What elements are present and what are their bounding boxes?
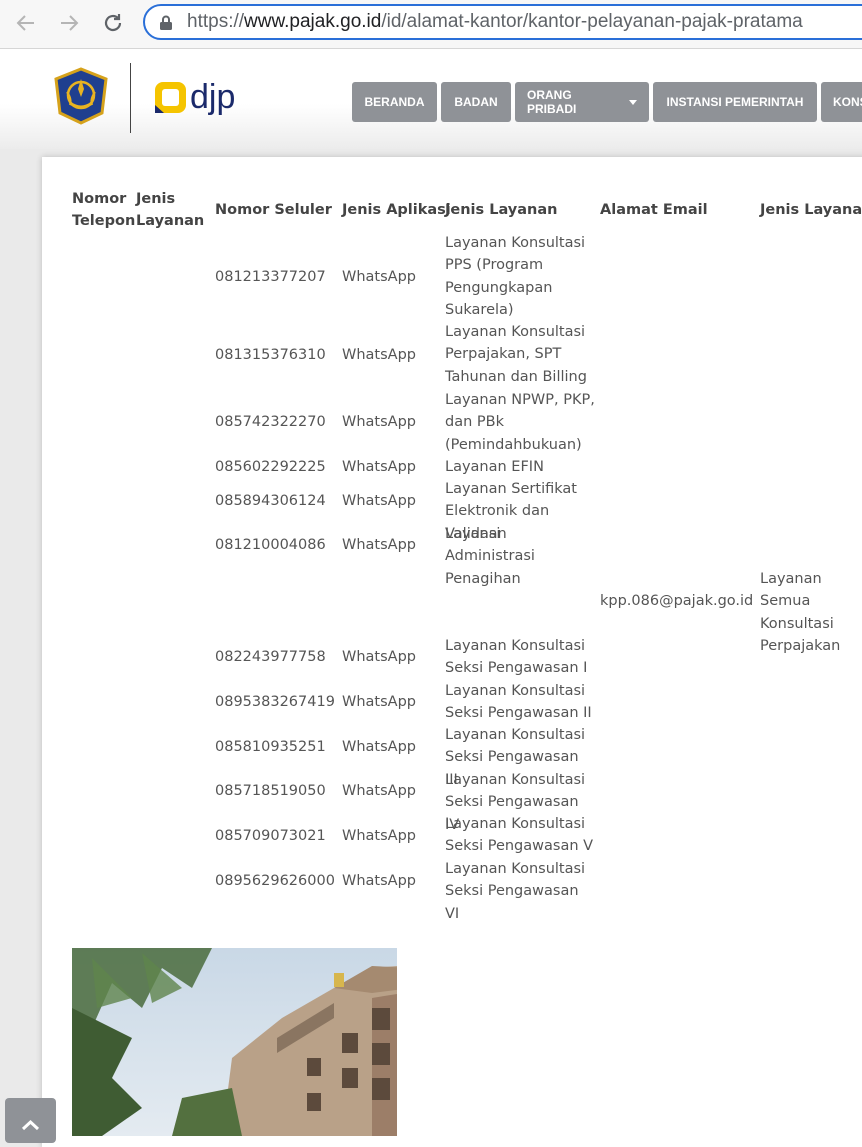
- forward-button[interactable]: [54, 8, 84, 38]
- building-image: [72, 948, 397, 1136]
- row-9-aplikasi: WhatsApp: [342, 739, 416, 755]
- email-link[interactable]: kpp.086@pajak.go.id: [600, 590, 753, 612]
- row-4-aplikasi: WhatsApp: [342, 459, 416, 475]
- menu-badan-label: BADAN: [454, 95, 498, 109]
- logo-divider: [130, 63, 131, 133]
- arrow-left-icon: [16, 15, 34, 31]
- th-nomor-seluler: Nomor Seluler: [215, 202, 332, 218]
- djp-logo[interactable]: djp: [152, 77, 248, 119]
- menu-beranda-label: BERANDA: [364, 95, 425, 109]
- row-6-aplikasi: WhatsApp: [342, 537, 416, 553]
- row-10-seluler: 085718519050: [215, 783, 326, 799]
- chevron-up-icon: [21, 1119, 40, 1131]
- menu-konsultasi-label: KONS: [833, 95, 862, 109]
- row-4-layanan: Layanan EFIN: [445, 459, 544, 475]
- row-6-layanan: Layanan Administrasi Penagihan: [445, 526, 535, 587]
- row-3-seluler: 085742322270: [215, 414, 326, 430]
- back-button[interactable]: [11, 8, 41, 38]
- menu-orang-pribadi[interactable]: ORANG PRIBADI: [515, 82, 649, 122]
- row-1-layanan: Layanan Konsultasi PPS (Program Pengungk…: [445, 235, 586, 318]
- row-11-seluler: 085709073021: [215, 828, 326, 844]
- th-nomor-telepon: Nomor Telepon: [72, 191, 136, 229]
- th-jenis-layanan: Jenis Layanan: [136, 191, 205, 229]
- row-8-layanan: Layanan Konsultasi Seksi Pengawasan II: [445, 683, 592, 722]
- th-jenis-layanan-3: Jenis Layanan: [760, 202, 862, 218]
- row-2-aplikasi: WhatsApp: [342, 347, 416, 363]
- row-7-seluler: 082243977758: [215, 649, 326, 665]
- url-text: https://www.pajak.go.id/id/alamat-kantor…: [187, 11, 803, 33]
- menu-badan[interactable]: BADAN: [441, 82, 511, 122]
- th-alamat-email: Alamat Email: [600, 202, 708, 218]
- caret-down-icon: [629, 99, 637, 105]
- row-10-aplikasi: WhatsApp: [342, 783, 416, 799]
- row-8-seluler: 0895383267419: [215, 694, 335, 710]
- row-12-seluler: 0895629626000: [215, 873, 335, 889]
- menu-konsultasi[interactable]: KONS: [821, 82, 862, 122]
- browser-toolbar: https://www.pajak.go.id/id/alamat-kantor…: [0, 0, 862, 49]
- row-1-seluler: 081213377207: [215, 269, 326, 285]
- address-bar[interactable]: https://www.pajak.go.id/id/alamat-kantor…: [143, 4, 862, 40]
- menu-orang-pribadi-label: ORANG PRIBADI: [527, 88, 577, 116]
- office-building-photo: [72, 948, 397, 1136]
- row-11-aplikasi: WhatsApp: [342, 828, 416, 844]
- email-row-layanan: Layanan Semua Konsultasi Perpajakan: [760, 571, 841, 654]
- th-jenis-layanan-2: Jenis Layanan: [445, 202, 558, 218]
- row-8-aplikasi: WhatsApp: [342, 694, 416, 710]
- th-jenis-aplikasi: Jenis Aplikasi: [342, 202, 451, 218]
- lock-icon: [160, 15, 172, 30]
- row-2-seluler: 081315376310: [215, 347, 326, 363]
- scroll-to-top-button[interactable]: [5, 1098, 56, 1143]
- row-4-seluler: 085602292225: [215, 459, 326, 475]
- row-11-layanan: Layanan Konsultasi Seksi Pengawasan V: [445, 816, 594, 855]
- site-header: djp BERANDA BADAN ORANG PRIBADI INSTANSI…: [0, 49, 862, 149]
- arrow-right-icon: [61, 15, 79, 31]
- reload-icon: [104, 14, 122, 32]
- url-scheme: https://: [187, 11, 245, 32]
- djp-logo-text: djp: [190, 78, 235, 116]
- row-12-layanan: Layanan Konsultasi Seksi Pengawasan VI: [445, 861, 586, 922]
- kemenkeu-logo[interactable]: [50, 67, 112, 125]
- row-2-layanan: Layanan Konsultasi Perpajakan, SPT Tahun…: [445, 324, 587, 385]
- row-7-layanan: Layanan Konsultasi Seksi Pengawasan I: [445, 638, 588, 677]
- reload-button[interactable]: [98, 8, 128, 38]
- url-path: /id/alamat-kantor/kantor-pelayanan-pajak…: [381, 11, 803, 32]
- menu-instansi-pemerintah[interactable]: INSTANSI PEMERINTAH: [653, 82, 817, 122]
- row-5-seluler: 085894306124: [215, 493, 326, 509]
- url-domain: www.pajak.go.id: [244, 11, 382, 32]
- row-1-aplikasi: WhatsApp: [342, 269, 416, 285]
- menu-beranda[interactable]: BERANDA: [352, 82, 437, 122]
- row-12-aplikasi: WhatsApp: [342, 873, 416, 889]
- row-5-aplikasi: WhatsApp: [342, 493, 416, 509]
- row-3-aplikasi: WhatsApp: [342, 414, 416, 430]
- row-3-layanan: Layanan NPWP, PKP, dan PBk (Pemindahbuku…: [445, 392, 595, 453]
- menu-instansi-label: INSTANSI PEMERINTAH: [666, 95, 804, 109]
- row-9-seluler: 085810935251: [215, 739, 326, 755]
- row-6-seluler: 081210004086: [215, 537, 326, 553]
- main-menu: BERANDA BADAN ORANG PRIBADI INSTANSI PEM…: [352, 82, 862, 122]
- row-7-aplikasi: WhatsApp: [342, 649, 416, 665]
